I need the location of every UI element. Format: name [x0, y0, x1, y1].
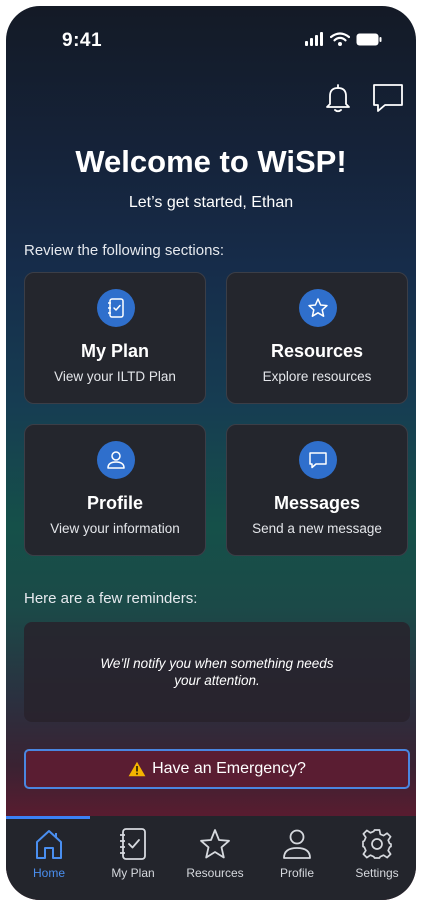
tab-label: Home	[32, 866, 65, 880]
tab-my-plan[interactable]: My Plan	[92, 824, 174, 880]
star-icon	[299, 289, 337, 327]
battery-icon	[356, 33, 382, 45]
reminders-label: Here are a few reminders:	[24, 590, 198, 607]
card-subtitle: Explore resources	[262, 369, 372, 384]
card-resources[interactable]: Resources Explore resources	[226, 272, 408, 404]
signal-icon	[305, 32, 323, 46]
card-title: My Plan	[80, 341, 150, 361]
header-actions	[320, 80, 406, 116]
star-icon	[200, 829, 230, 859]
card-title: Messages	[273, 493, 361, 513]
home-icon	[36, 830, 62, 859]
messages-button[interactable]	[370, 80, 406, 116]
tab-profile[interactable]: Profile	[256, 824, 338, 880]
card-subtitle: View your information	[50, 521, 180, 536]
page-title: Welcome to WiSP!	[75, 144, 347, 179]
tab-label: My Plan	[111, 866, 155, 880]
card-subtitle: Send a new message	[252, 521, 382, 536]
active-tab-indicator	[6, 816, 90, 819]
card-subtitle: View your ILTD Plan	[54, 369, 176, 384]
person-icon	[97, 441, 135, 479]
card-profile[interactable]: Profile View your information	[24, 424, 206, 556]
plan-icon	[97, 289, 135, 327]
card-title: Profile	[86, 493, 143, 513]
notifications-button[interactable]	[320, 80, 356, 116]
tab-label: Settings	[355, 866, 399, 880]
warning-icon	[128, 761, 146, 777]
card-my-plan[interactable]: My Plan View your ILTD Plan	[24, 272, 206, 404]
tab-bar: Home My Plan Resources Profile Settings	[6, 816, 416, 900]
emergency-label: Have an Emergency?	[152, 760, 306, 777]
status-bar: 9:41	[6, 6, 416, 58]
card-messages[interactable]: Messages Send a new message	[226, 424, 408, 556]
reminders-empty-text: We’ll notify you when something needs yo…	[100, 656, 334, 688]
card-title: Resources	[270, 341, 364, 361]
tab-settings[interactable]: Settings	[336, 824, 416, 880]
tab-label: Profile	[279, 866, 314, 880]
phone-screen: 9:41 Welcome to WiSP! Let’s get started,…	[6, 6, 416, 900]
status-icons	[304, 32, 382, 46]
emergency-button[interactable]: Have an Emergency?	[24, 749, 410, 789]
message-icon	[299, 441, 337, 479]
sections-label: Review the following sections:	[24, 242, 225, 259]
gear-icon	[362, 829, 392, 859]
person-icon	[283, 829, 311, 859]
status-time: 9:41	[62, 30, 103, 51]
tab-label: Resources	[186, 866, 244, 880]
bell-icon	[326, 84, 350, 113]
wifi-icon	[330, 32, 350, 46]
tab-home[interactable]: Home	[8, 824, 90, 880]
tab-resources[interactable]: Resources	[174, 824, 256, 880]
chat-icon	[373, 84, 403, 112]
plan-icon	[120, 828, 146, 860]
reminders-panel: We’ll notify you when something needs yo…	[24, 622, 410, 722]
welcome-subtitle: Let’s get started, Ethan	[128, 194, 294, 211]
